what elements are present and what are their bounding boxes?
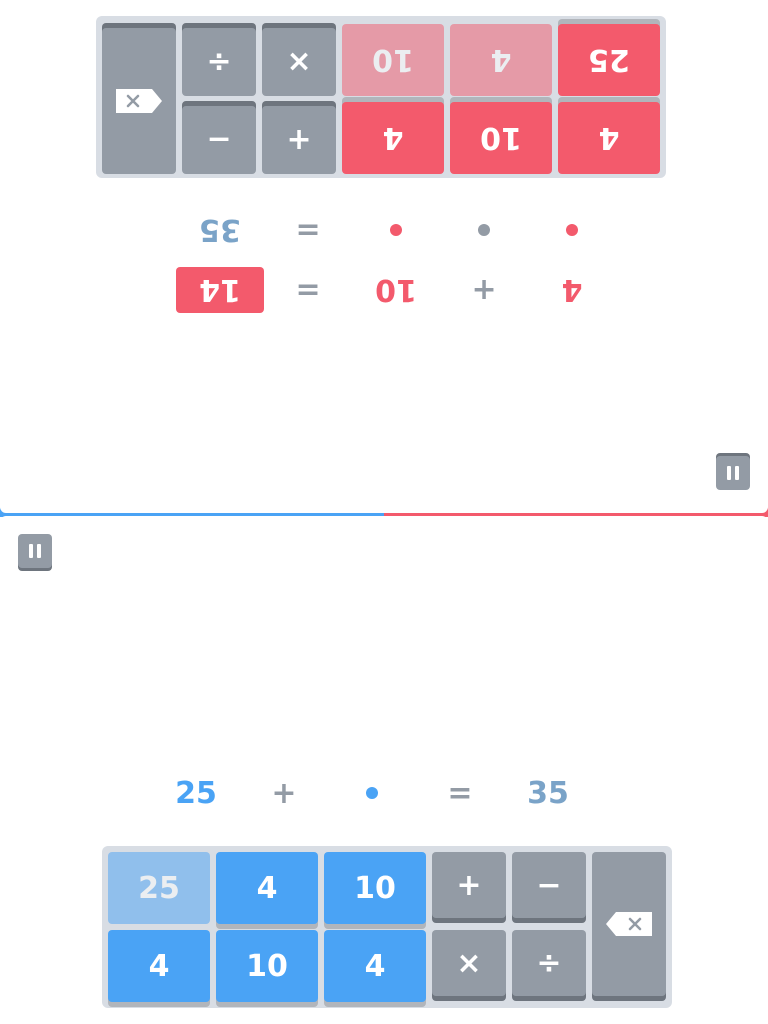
prior-operator: + [471,272,497,308]
backspace-button[interactable] [592,852,666,996]
number-tile[interactable]: 4 [108,930,210,1002]
number-tile[interactable]: 4 [558,102,660,174]
red-keypad: 4 10 4 25 4 10 + − × ÷ [96,16,666,178]
empty-slot-dot [478,224,490,236]
operator-slot [440,206,528,254]
divide-button[interactable]: ÷ [182,28,256,96]
red-prior-equation: 4 + 10 = 14 [152,266,616,314]
operator: + [271,775,297,811]
target-number: 35 [199,212,241,248]
prior-operand-a: 4 [561,272,583,308]
blue-pause-button[interactable] [18,534,52,568]
prior-equals: = [295,272,321,308]
multiply-button[interactable]: × [432,930,506,996]
empty-slot-dot [366,787,378,799]
equals-sign: = [295,212,321,248]
operand-b-slot [352,206,440,254]
number-tile[interactable]: 10 [324,852,426,924]
minus-button[interactable]: − [182,106,256,174]
number-tile[interactable]: 4 [324,930,426,1002]
prior-result-badge: 14 [176,266,264,314]
number-tile[interactable]: 10 [216,930,318,1002]
number-tile[interactable]: 4 [342,102,444,174]
number-tile[interactable]: 10 [450,102,552,174]
multiply-button[interactable]: × [262,28,336,96]
pause-icon [29,544,33,558]
prior-operand-b: 10 [375,272,417,308]
blue-keypad: 25 4 10 4 10 4 + − × ÷ [102,846,672,1008]
blue-player-area: 25 + = 35 25 4 10 4 10 4 + − × ÷ [0,512,768,1024]
red-pause-button[interactable] [716,456,750,490]
prior-result: 14 [176,267,264,313]
number-tile[interactable]: 25 [108,852,210,924]
equals-sign: = [447,775,473,811]
plus-button[interactable]: + [432,852,506,918]
operand-a-slot [528,206,616,254]
number-tile[interactable]: 10 [342,24,444,96]
backspace-button[interactable] [102,28,176,174]
plus-button[interactable]: + [262,106,336,174]
number-tile[interactable]: 25 [558,24,660,96]
backspace-icon [606,912,652,936]
backspace-icon [116,89,162,113]
number-tile[interactable]: 4 [216,852,318,924]
operand-b-slot [328,769,416,817]
operand-a: 25 [175,775,217,811]
blue-current-equation: 25 + = 35 [152,769,616,817]
empty-slot-dot [566,224,578,236]
pause-icon [735,466,739,480]
red-player-area: 4 + 10 = 14 = 35 4 10 4 25 4 10 + − × ÷ [0,0,768,512]
divide-button[interactable]: ÷ [512,930,586,996]
minus-button[interactable]: − [512,852,586,918]
target-number: 35 [527,775,569,811]
number-tile[interactable]: 4 [450,24,552,96]
red-current-equation: = 35 [152,206,616,254]
empty-slot-dot [390,224,402,236]
